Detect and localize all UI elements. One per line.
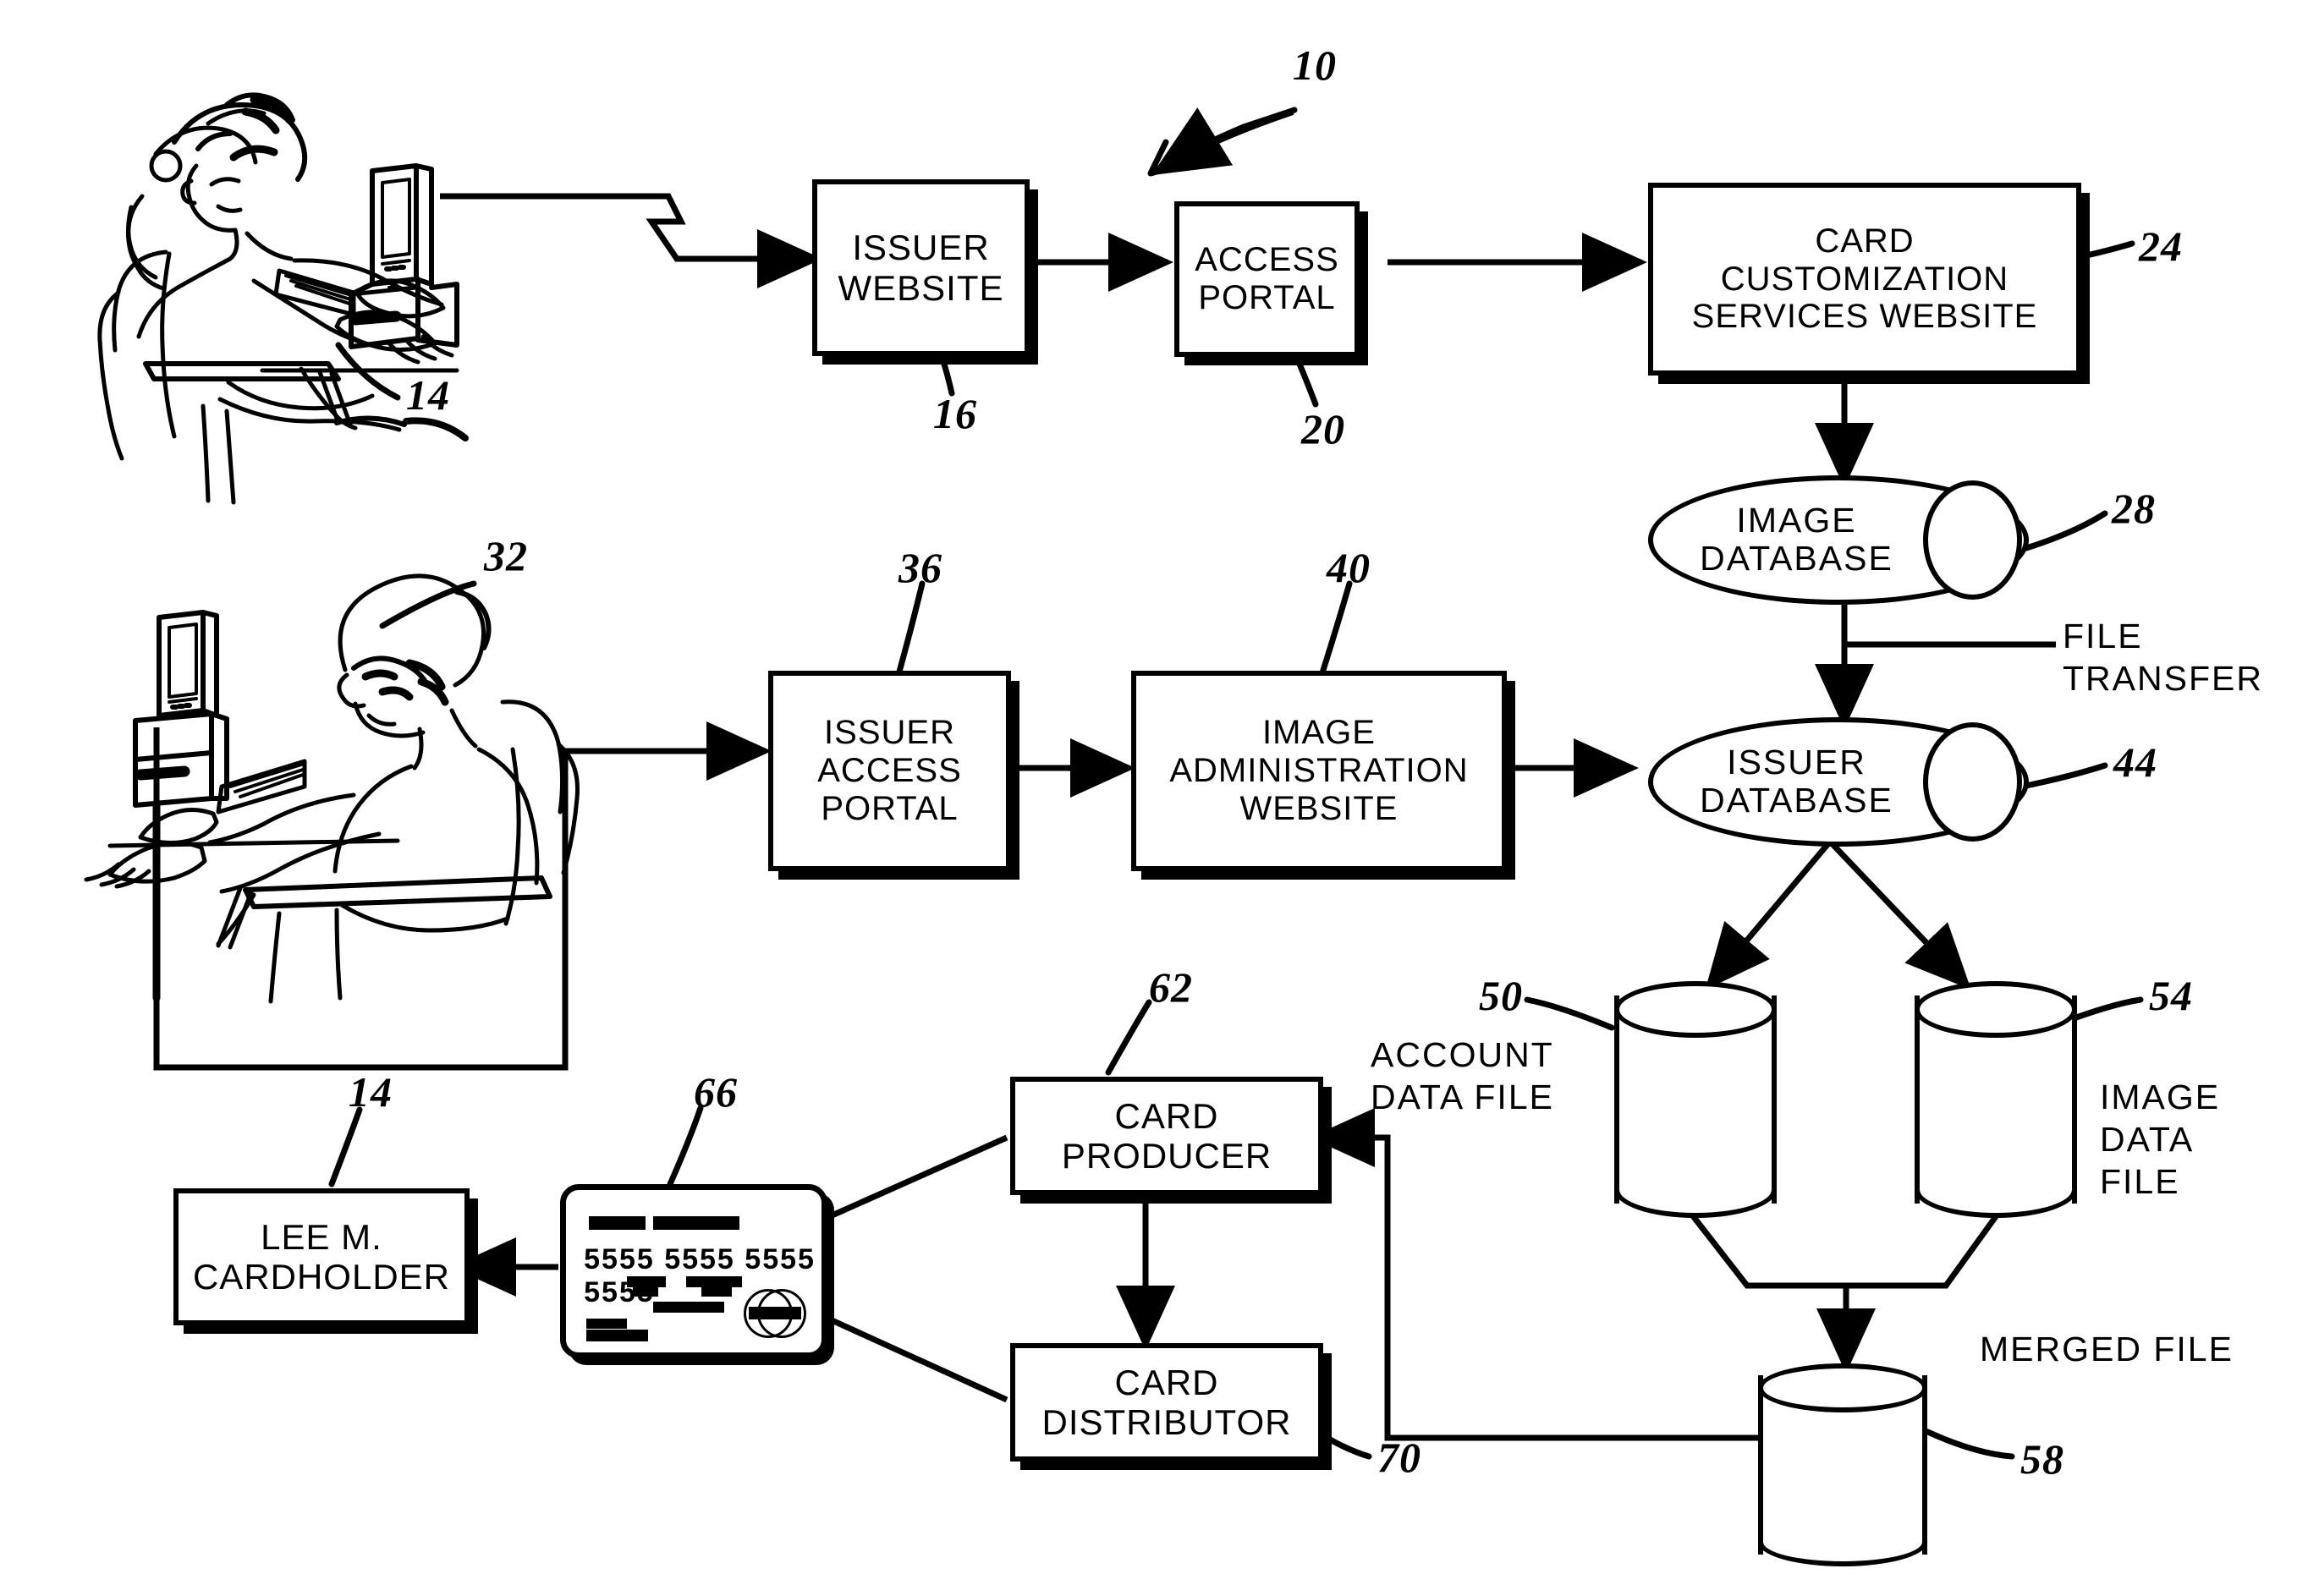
connector-issuer-database-to-account-data-file [1705, 839, 1833, 990]
db-image-database-endcap [1923, 480, 2022, 600]
caption-account-data-file: ACCOUNT DATA FILE [1371, 1035, 1554, 1117]
ref-numeral-10: 10 [1293, 41, 1337, 89]
ref-numeral-50: 50 [1479, 972, 1523, 1019]
db-image-database[interactable]: IMAGE DATABASE [1648, 475, 2029, 605]
ref-numeral-70: 70 [1377, 1434, 1421, 1481]
box-access-portal-label: ACCESS PORTAL [1195, 241, 1339, 316]
ref-numeral-28: 28 [2112, 485, 2156, 532]
box-card-customization-label: CARD CUSTOMIZATION SERVICES WEBSITE [1691, 222, 2038, 336]
card-brand-logo-icon [743, 1288, 806, 1338]
box-access-portal[interactable]: ACCESS PORTAL [1174, 201, 1360, 357]
ref-numeral-58: 58 [2020, 1435, 2064, 1483]
ref-numeral-66: 66 [694, 1068, 738, 1116]
box-issuer-website[interactable]: ISSUER WEBSITE [812, 179, 1030, 356]
leader-36 [893, 580, 926, 684]
caption-file-transfer: FILE TRANSFER [2063, 617, 2263, 699]
box-card-producer-label: CARD PRODUCER [1061, 1095, 1272, 1176]
box-issuer-website-label: ISSUER WEBSITE [838, 228, 1004, 308]
ref-numeral-62: 62 [1149, 963, 1193, 1011]
ref-numeral-14-cardholder-workstation: 14 [406, 371, 450, 419]
patent-figure-canvas: ISSUER WEBSITE ACCESS PORTAL CARD CUSTOM… [0, 0, 2308, 1596]
box-issuer-access-portal-label: ISSUER ACCESS PORTAL [817, 714, 962, 827]
leader-14-bottom [328, 1106, 363, 1187]
drum-account-data-file-top [1614, 981, 1777, 1039]
leader-28 [2023, 510, 2108, 551]
card-embossed-name [652, 1302, 725, 1314]
box-card-distributor[interactable]: CARD DISTRIBUTOR [1010, 1343, 1323, 1462]
drum-image-data-file-top [1915, 981, 2077, 1039]
ref-numeral-54: 54 [2149, 972, 2193, 1019]
box-card-customization-services-website[interactable]: CARD CUSTOMIZATION SERVICES WEBSITE [1648, 183, 2081, 376]
ref-numeral-24: 24 [2139, 222, 2183, 270]
leader-66 [667, 1105, 704, 1187]
box-card-producer[interactable]: CARD PRODUCER [1010, 1077, 1323, 1195]
ref-numeral-32: 32 [484, 532, 528, 579]
box-lee-m-cardholder[interactable]: LEE M. CARDHOLDER [173, 1188, 470, 1325]
caption-merged-file: MERGED FILE [1980, 1330, 2234, 1368]
connector-cardholder-to-issuer-website [440, 193, 822, 288]
connector-data-files-to-merged-file [1685, 1207, 2003, 1374]
ref-numeral-20: 20 [1301, 405, 1345, 452]
box-image-administration-website[interactable]: IMAGE ADMINISTRATION WEBSITE [1131, 671, 1507, 871]
credit-card-artwork[interactable]: 5555 5555 5555 5555 [560, 1184, 827, 1358]
leader-62 [1105, 999, 1152, 1076]
leader-50 [1524, 996, 1615, 1031]
db-issuer-database-label: ISSUER DATABASE [1700, 742, 1893, 820]
connector-card-producer-to-credit-card [819, 1134, 1008, 1224]
connector-issuer-database-to-image-data-file [1827, 839, 1971, 990]
db-issuer-database[interactable]: ISSUER DATABASE [1648, 717, 2029, 847]
ref-numeral-44: 44 [2113, 738, 2157, 786]
caption-image-data-file: IMAGE DATA FILE [2100, 1078, 2221, 1202]
leader-58 [1915, 1424, 2015, 1460]
leader-overall-10-arrow [1151, 107, 1294, 176]
drum-image-data-file[interactable] [1915, 981, 2077, 1218]
issuer-operator-workstation-illustration [84, 573, 580, 1004]
card-valid-from-value [632, 1286, 658, 1297]
box-card-distributor-label: CARD DISTRIBUTOR [1041, 1362, 1292, 1442]
leader-40 [1316, 580, 1353, 684]
box-issuer-access-portal[interactable]: ISSUER ACCESS PORTAL [768, 671, 1011, 871]
ref-numeral-16: 16 [933, 390, 977, 437]
drum-account-data-file[interactable] [1614, 981, 1777, 1218]
ref-numeral-40: 40 [1327, 544, 1371, 591]
card-member-since [586, 1330, 648, 1342]
card-expiration-value [701, 1286, 733, 1297]
ref-numeral-36: 36 [898, 544, 942, 591]
card-embossed-bar-1 [589, 1215, 646, 1230]
db-issuer-database-endcap [1923, 722, 2022, 842]
leader-44 [2019, 762, 2108, 790]
box-lee-m-cardholder-label: LEE M. CARDHOLDER [192, 1216, 451, 1297]
card-member-label [586, 1318, 628, 1329]
drum-merged-file[interactable] [1758, 1363, 1927, 1566]
card-embossed-bar-2 [652, 1215, 740, 1230]
box-image-admin-label: IMAGE ADMINISTRATION WEBSITE [1169, 714, 1469, 827]
ref-numeral-14-cardholder: 14 [349, 1068, 393, 1116]
connector-card-distributor-to-credit-card [819, 1312, 1008, 1403]
db-image-database-label: IMAGE DATABASE [1700, 500, 1893, 579]
drum-merged-file-top [1758, 1363, 1927, 1412]
cardholder-workstation-illustration [97, 92, 469, 505]
